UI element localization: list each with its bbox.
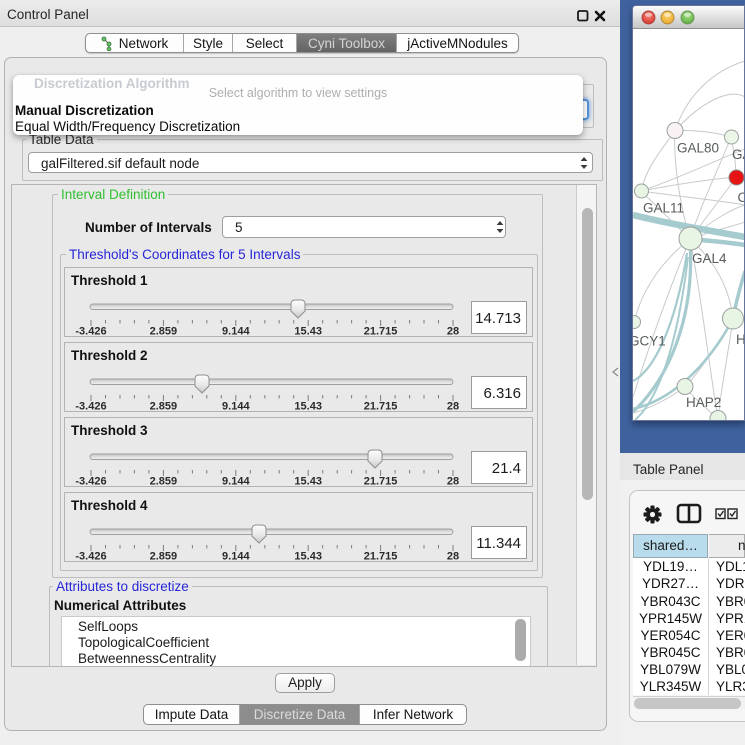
svg-text:-3.426: -3.426: [75, 551, 106, 563]
svg-text:-3.426: -3.426: [75, 401, 106, 413]
svg-text:C: C: [738, 190, 745, 205]
svg-text:2.859: 2.859: [150, 326, 178, 338]
svg-text:9.144: 9.144: [222, 551, 250, 563]
svg-text:H: H: [736, 332, 745, 347]
svg-text:28: 28: [447, 326, 459, 338]
svg-text:21.715: 21.715: [364, 401, 398, 413]
svg-text:2.859: 2.859: [150, 476, 178, 488]
svg-text:GA: GA: [732, 147, 745, 162]
svg-text:28: 28: [447, 476, 459, 488]
svg-text:9.144: 9.144: [222, 476, 250, 488]
svg-text:28: 28: [447, 551, 459, 563]
svg-text:21.715: 21.715: [364, 476, 398, 488]
svg-text:-3.426: -3.426: [75, 476, 106, 488]
svg-text:28: 28: [447, 401, 459, 413]
svg-text:-3.426: -3.426: [75, 326, 106, 338]
svg-text:15.43: 15.43: [294, 476, 322, 488]
svg-text:2.859: 2.859: [150, 401, 178, 413]
svg-text:GAL11: GAL11: [643, 201, 684, 216]
svg-text:21.715: 21.715: [364, 551, 398, 563]
svg-text:15.43: 15.43: [294, 551, 322, 563]
svg-text:15.43: 15.43: [294, 326, 322, 338]
svg-text:21.715: 21.715: [364, 326, 398, 338]
svg-text:9.144: 9.144: [222, 401, 250, 413]
svg-text:15.43: 15.43: [294, 401, 322, 413]
svg-text:GAL80: GAL80: [677, 141, 719, 156]
svg-text:HAP2: HAP2: [686, 395, 721, 410]
svg-text:GCY1: GCY1: [633, 334, 666, 349]
svg-text:9.144: 9.144: [222, 326, 250, 338]
svg-text:2.859: 2.859: [150, 551, 178, 563]
svg-text:GAL4: GAL4: [692, 251, 727, 266]
